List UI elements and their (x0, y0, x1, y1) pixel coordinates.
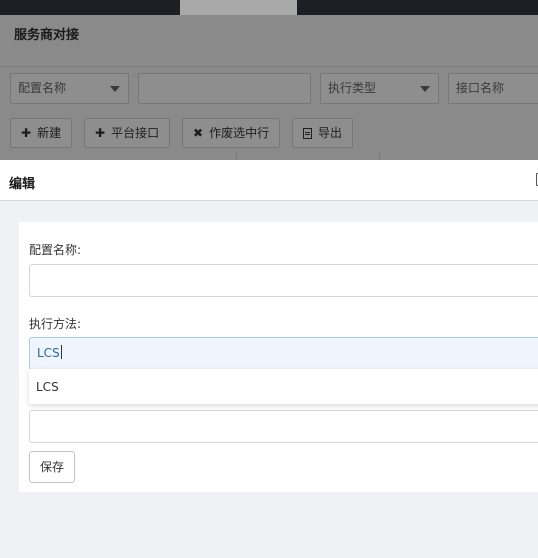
new-button[interactable]: ✚ 新建 (10, 118, 73, 148)
void-selected-rows-button[interactable]: ✖ 作废选中行 (182, 118, 281, 148)
config-name-filter-select[interactable]: 配置名称 (10, 73, 129, 104)
modal-title: 编辑 (9, 177, 36, 192)
table-column-divider (236, 152, 237, 160)
exec-method-input-value: LCS (37, 346, 60, 360)
edit-form-card: 配置名称: 执行方法: LCS LCS 保存 (19, 222, 538, 492)
save-button[interactable]: 保存 (29, 451, 75, 483)
exec-method-label: 执行方法: (29, 317, 82, 331)
text-cursor (60, 345, 62, 359)
modal-header: 编辑 (0, 160, 538, 201)
new-button-label: 新建 (37, 126, 62, 140)
config-name-label: 配置名称: (29, 243, 82, 257)
config-name-input[interactable] (29, 264, 538, 297)
page-title: 服务商对接 (14, 28, 80, 43)
chevron-down-icon (420, 86, 430, 92)
platform-interface-button-label: 平台接口 (111, 126, 160, 140)
autocomplete-dropdown: LCS (29, 369, 538, 404)
chevron-down-icon (110, 86, 120, 92)
table-column-divider (379, 152, 380, 160)
config-name-filter-text: 配置名称 (18, 81, 67, 95)
active-top-tab[interactable] (180, 0, 297, 15)
third-field-input[interactable] (29, 410, 538, 443)
header-divider (0, 66, 538, 67)
exec-method-input[interactable]: LCS (29, 337, 538, 370)
edit-modal: 编辑 配置名称: 执行方法: LCS LCS 保存 (0, 160, 538, 558)
document-icon (303, 128, 312, 139)
void-selected-rows-button-label: 作废选中行 (209, 126, 270, 140)
exec-type-filter-select[interactable]: 执行类型 (320, 73, 439, 104)
interface-name-filter-text: 接口名称 (456, 81, 505, 95)
export-button-label: 导出 (318, 126, 343, 140)
export-button[interactable]: 导出 (292, 118, 354, 148)
plus-icon: ✚ (21, 126, 32, 140)
interface-name-filter-input[interactable]: 接口名称 (448, 73, 538, 104)
autocomplete-option[interactable]: LCS (36, 380, 59, 394)
top-navigation-bar (0, 0, 538, 15)
close-icon: ✖ (193, 126, 204, 140)
exec-type-filter-text: 执行类型 (328, 81, 377, 95)
plus-icon: ✚ (95, 126, 106, 140)
filter-text-input[interactable] (138, 73, 311, 104)
platform-interface-button[interactable]: ✚ 平台接口 (84, 118, 171, 148)
